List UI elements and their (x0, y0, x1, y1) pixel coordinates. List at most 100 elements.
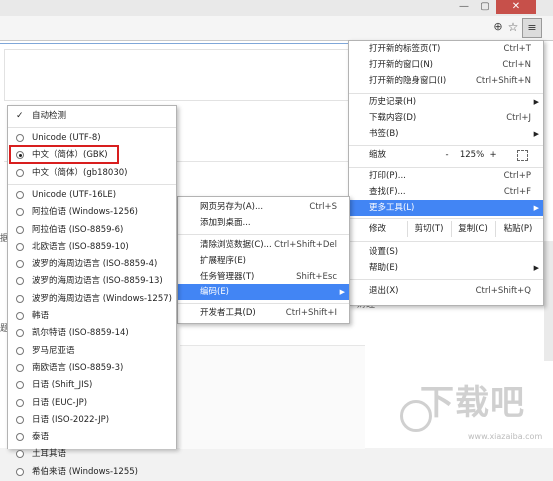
radio-icon[interactable] (16, 277, 24, 286)
radio-icon[interactable] (16, 168, 24, 177)
submenu-item-extensions[interactable]: 扩展程序(E) (178, 253, 349, 269)
encoding-option[interactable]: 波罗的海周边语言 (ISO-8859-13) (8, 273, 176, 290)
menu-item-incognito[interactable]: 打开新的隐身窗口(I) Ctrl+Shift+N (349, 73, 543, 89)
radio-icon[interactable] (16, 134, 24, 142)
encoding-option[interactable]: 阿拉伯语 (Windows-1256) (8, 204, 176, 221)
encoding-option-label: 阿拉伯语 (Windows-1256) (32, 207, 138, 218)
close-button[interactable]: ✕ (496, 0, 536, 14)
submenu-item-save-page[interactable]: 网页另存为(A)... Ctrl+S (178, 199, 349, 215)
radio-icon[interactable] (16, 294, 24, 303)
zoom-icon[interactable]: ⊕ (491, 20, 505, 34)
radio-icon[interactable] (16, 242, 24, 251)
chevron-right-icon: ▶ (533, 264, 539, 272)
annotation-highlight-box (9, 145, 119, 164)
encoding-option[interactable]: 中文（简体）(gb18030) (8, 165, 176, 182)
encoding-option-label: 波罗的海周边语言 (ISO-8859-13) (32, 276, 163, 287)
encoding-option[interactable]: 阿拉伯语 (ISO-8859-6) (8, 222, 176, 239)
radio-icon[interactable] (16, 415, 24, 424)
encoding-option[interactable]: 罗马尼亚语 (8, 343, 176, 360)
maximize-button[interactable]: ▢ (474, 0, 496, 14)
encoding-option-label: 北欧语言 (ISO-8859-10) (32, 241, 129, 252)
menu-item-find[interactable]: 查找(F)... Ctrl+F (349, 184, 543, 200)
chrome-menu-button[interactable]: ≡ (522, 18, 542, 38)
encoding-option[interactable]: 日语 (ISO-2022-JP) (8, 412, 176, 429)
menu-item-exit[interactable]: 退出(X) Ctrl+Shift+Q (349, 283, 543, 299)
encoding-option[interactable]: 波罗的海周边语言 (Windows-1257) (8, 291, 176, 308)
menu-item-help[interactable]: 帮助(E) ▶ (349, 260, 543, 276)
encoding-option[interactable]: 韩语 (8, 308, 176, 325)
copy-button[interactable]: 复制(C) (451, 221, 494, 237)
encoding-option[interactable]: Unicode (UTF-16LE) (8, 187, 176, 204)
encoding-option-label: 日语 (EUC-JP) (32, 397, 88, 408)
encoding-option-label: 泰语 (32, 432, 50, 443)
encoding-option[interactable]: 泰语 (8, 429, 176, 446)
bookmark-star-icon[interactable]: ☆ (506, 20, 520, 34)
encoding-option[interactable]: 日语 (EUC-JP) (8, 395, 176, 412)
submenu-item-devtools[interactable]: 开发者工具(D) Ctrl+Shift+I (178, 305, 349, 321)
encoding-option[interactable]: 波罗的海周边语言 (ISO-8859-4) (8, 256, 176, 273)
encoding-option-label: 阿拉伯语 (ISO-8859-6) (32, 224, 124, 235)
zoom-row: 缩放 - 125% + (349, 145, 543, 165)
encoding-option-label: 韩语 (32, 311, 50, 321)
encoding-option-label: 土耳其语 (32, 449, 67, 460)
menu-item-new-window[interactable]: 打开新的窗口(N) Ctrl+N (349, 57, 543, 73)
menu-separator (349, 241, 543, 242)
more-tools-submenu: 网页另存为(A)... Ctrl+S 添加到桌面... 清除浏览数据(C)... C… (177, 196, 350, 324)
chevron-right-icon: ▶ (339, 288, 345, 296)
menu-separator (178, 303, 349, 304)
encoding-option[interactable]: 日语 (Shift_JIS) (8, 377, 176, 394)
menu-item-bookmarks[interactable]: 书签(B) ▶ (349, 126, 543, 142)
radio-icon[interactable] (16, 433, 24, 442)
radio-icon[interactable] (16, 190, 24, 199)
radio-icon[interactable] (16, 346, 24, 355)
zoom-level: 125% (459, 150, 485, 160)
radio-icon[interactable] (16, 312, 24, 320)
encoding-option-label: 罗马尼亚语 (32, 345, 75, 356)
encoding-option-label: 南欧语言 (ISO-8859-3) (32, 362, 124, 373)
chrome-main-menu: 打开新的标签页(T) Ctrl+T 打开新的窗口(N) Ctrl+N 打开新的隐身窗… (348, 40, 544, 306)
encoding-option[interactable]: 北欧语言 (ISO-8859-10) (8, 239, 176, 256)
menu-separator (349, 279, 543, 280)
encoding-option-label: 日语 (ISO-2022-JP) (32, 414, 110, 425)
watermark-url: www.xiazaiba.com (468, 432, 543, 441)
radio-icon[interactable] (16, 363, 24, 372)
encoding-option[interactable]: 凯尔特语 (ISO-8859-14) (8, 325, 176, 342)
watermark: 下载吧 (420, 383, 525, 423)
menu-item-history[interactable]: 历史记录(H) ▶ (349, 94, 543, 110)
encoding-option[interactable]: 土耳其语 (8, 446, 176, 463)
minimize-button[interactable]: — (454, 0, 474, 14)
radio-icon[interactable] (16, 260, 24, 269)
paste-button[interactable]: 粘贴(P) (495, 221, 540, 237)
radio-icon[interactable] (16, 467, 24, 476)
menu-item-more-tools[interactable]: 更多工具(L) ▶ (349, 200, 543, 216)
radio-icon[interactable] (16, 381, 24, 390)
submenu-item-task-manager[interactable]: 任务管理器(T) Shift+Esc (178, 269, 349, 285)
encoding-auto-detect[interactable]: ✓ 自动检测 (8, 108, 176, 125)
submenu-item-add-to-desktop[interactable]: 添加到桌面... (178, 215, 349, 231)
cut-button[interactable]: 剪切(T) (407, 221, 450, 237)
radio-icon[interactable] (16, 225, 24, 234)
encoding-option-label: 日语 (Shift_JIS) (32, 380, 93, 391)
encoding-option[interactable]: 希伯来语 (Windows-1255) (8, 464, 176, 481)
menu-item-downloads[interactable]: 下载内容(D) Ctrl+J (349, 110, 543, 126)
radio-icon[interactable] (16, 450, 24, 459)
radio-icon[interactable] (16, 329, 24, 338)
zoom-in-button[interactable]: + (487, 145, 499, 165)
encoding-option[interactable]: 南欧语言 (ISO-8859-3) (8, 360, 176, 377)
fullscreen-icon[interactable] (517, 150, 528, 161)
edit-label: 修改 (369, 224, 387, 234)
submenu-item-encoding[interactable]: 编码(E) ▶ (178, 284, 349, 300)
browser-toolbar: ⊕ ☆ ≡ (0, 16, 553, 41)
menu-item-print[interactable]: 打印(P)... Ctrl+P (349, 168, 543, 184)
zoom-out-button[interactable]: - (441, 145, 453, 165)
radio-icon[interactable] (16, 208, 24, 217)
encoding-option-label: 凯尔特语 (ISO-8859-14) (32, 328, 129, 339)
menu-item-new-tab[interactable]: 打开新的标签页(T) Ctrl+T (349, 41, 543, 57)
chevron-right-icon: ▶ (533, 130, 539, 138)
menu-separator (8, 183, 176, 185)
encoding-option-label: 中文（简体）(gb18030) (32, 167, 128, 178)
radio-icon[interactable] (16, 398, 24, 407)
menu-item-settings[interactable]: 设置(S) (349, 244, 543, 260)
title-bar: — ▢ ✕ (0, 0, 553, 16)
submenu-item-clear-data[interactable]: 清除浏览数据(C)... Ctrl+Shift+Del (178, 237, 349, 253)
